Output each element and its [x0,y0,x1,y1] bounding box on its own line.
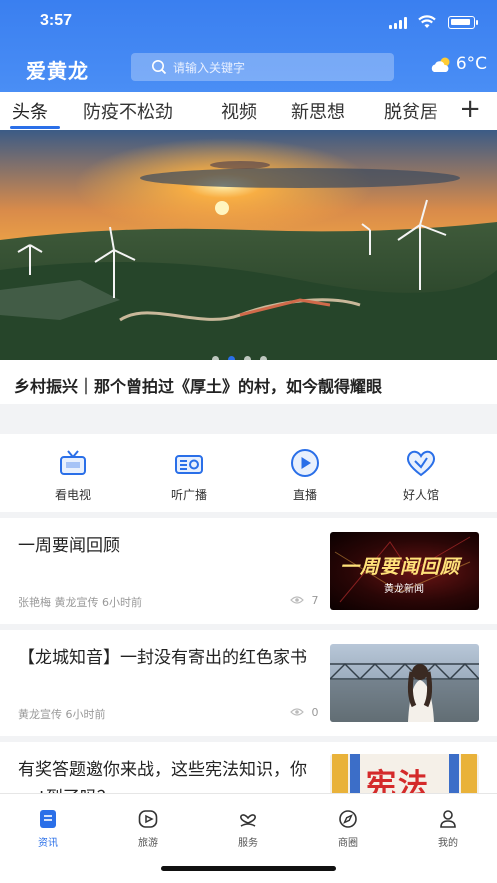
hero-banner[interactable] [0,130,497,360]
heart-icon [406,450,436,477]
search-icon [151,59,167,75]
thumbnail-title: 宪法 [366,768,430,793]
eye-icon [290,708,304,716]
nav-business[interactable]: 商圈 [308,808,388,849]
status-bar: 3:57 [0,10,497,36]
news-title: 【龙城知音】一封没有寄出的红色家书 [18,648,307,668]
news-item[interactable]: 【龙城知音】一封没有寄出的红色家书 黄龙宣传 6小时前 0 [0,630,497,736]
home-indicator[interactable] [161,866,336,871]
news-thumbnail [330,644,479,722]
quick-entry-good-people[interactable]: 好人馆 [381,448,461,503]
eye-icon [290,596,304,604]
weather-widget[interactable]: 6°C [431,54,487,74]
news-views: 0 [290,706,319,719]
tab-epidemic[interactable]: 防疫不松劲 [83,98,173,124]
add-tab-button[interactable]: + [459,96,481,122]
nav-label: 旅游 [138,838,158,849]
news-thumbnail: 宪法 [330,754,479,793]
nav-service[interactable]: 服务 [208,808,288,849]
app-logo: 爱黄龙 [26,59,89,83]
play-circle-icon [291,449,319,477]
service-icon [240,814,256,827]
wifi-icon [417,14,437,30]
news-icon [40,810,56,828]
thumbnail-title: 一周要闻回顾 [340,556,461,578]
thumbnail-subtitle: 黄龙新闻 [384,584,424,595]
tab-new-thought[interactable]: 新思想 [291,98,345,124]
tab-headline[interactable]: 头条 [12,98,48,124]
quick-entries: 看电视 听广播 直播 好人馆 [0,434,497,512]
quick-entry-label: 听广播 [170,488,207,502]
nav-label: 商圈 [338,838,358,849]
quick-entry-tv[interactable]: 看电视 [33,448,113,503]
nav-label: 资讯 [38,838,58,849]
top-bar: 3:57 爱黄龙 请输入关键字 6°C [0,0,497,92]
nav-mine[interactable]: 我的 [408,808,488,849]
hero-caption[interactable]: 乡村振兴｜那个曾拍过《厚土》的村，如今靓得耀眼 [0,360,497,404]
quick-entry-label: 好人馆 [402,488,439,502]
carousel-dots[interactable] [212,348,276,360]
news-meta: 张艳梅 黄龙宣传 6小时前 [18,596,142,609]
tab-video[interactable]: 视频 [221,98,257,124]
news-meta: 黄龙宣传 6小时前 [18,708,106,721]
search-placeholder: 请输入关键字 [173,61,246,75]
quick-entry-live[interactable]: 直播 [265,448,345,503]
nav-travel[interactable]: 旅游 [108,808,188,849]
search-box[interactable]: 请输入关键字 [131,53,394,81]
news-item[interactable]: 有奖答题邀你来战，这些宪法知识，你get到了吗？ 宪法 [0,742,497,793]
news-item[interactable]: 一周要闻回顾 张艳梅 黄龙宣传 6小时前 7 一周要闻回顾 黄龙新闻 [0,518,497,624]
news-title: 有奖答题邀你来战，这些宪法知识，你get到了吗？ [18,760,307,793]
nav-news[interactable]: 资讯 [8,808,88,849]
channel-tabs: 头条 防疫不松劲 视频 新思想 脱贫居 + [0,92,497,130]
travel-icon [138,810,158,828]
hero-caption-text: 乡村振兴｜那个曾拍过《厚土》的村，如今靓得耀眼 [14,377,383,396]
news-title: 一周要闻回顾 [18,536,120,556]
quick-entry-radio[interactable]: 听广播 [149,448,229,503]
hero-image [0,130,497,360]
active-tab-indicator [10,126,60,129]
user-icon [440,810,456,828]
nav-label: 我的 [438,838,458,849]
tv-icon [60,450,86,475]
quick-entry-label: 看电视 [54,488,91,502]
news-view-count: 0 [311,706,319,719]
news-views: 7 [290,594,319,607]
app-header: 爱黄龙 请输入关键字 6°C [0,50,497,84]
signal-icon [389,17,409,29]
bottom-nav: 资讯 旅游 服务 商圈 我的 [0,793,497,883]
radio-icon [175,455,203,474]
news-view-count: 7 [311,594,319,607]
battery-icon [448,16,478,29]
compass-icon [339,810,357,828]
quick-entry-label: 直播 [292,488,317,502]
status-time: 3:57 [40,12,73,29]
nav-label: 服务 [238,838,258,849]
weather-temperature: 6°C [455,54,487,74]
weather-partly-cloudy-icon [431,57,450,72]
news-thumbnail: 一周要闻回顾 黄龙新闻 [330,532,479,610]
